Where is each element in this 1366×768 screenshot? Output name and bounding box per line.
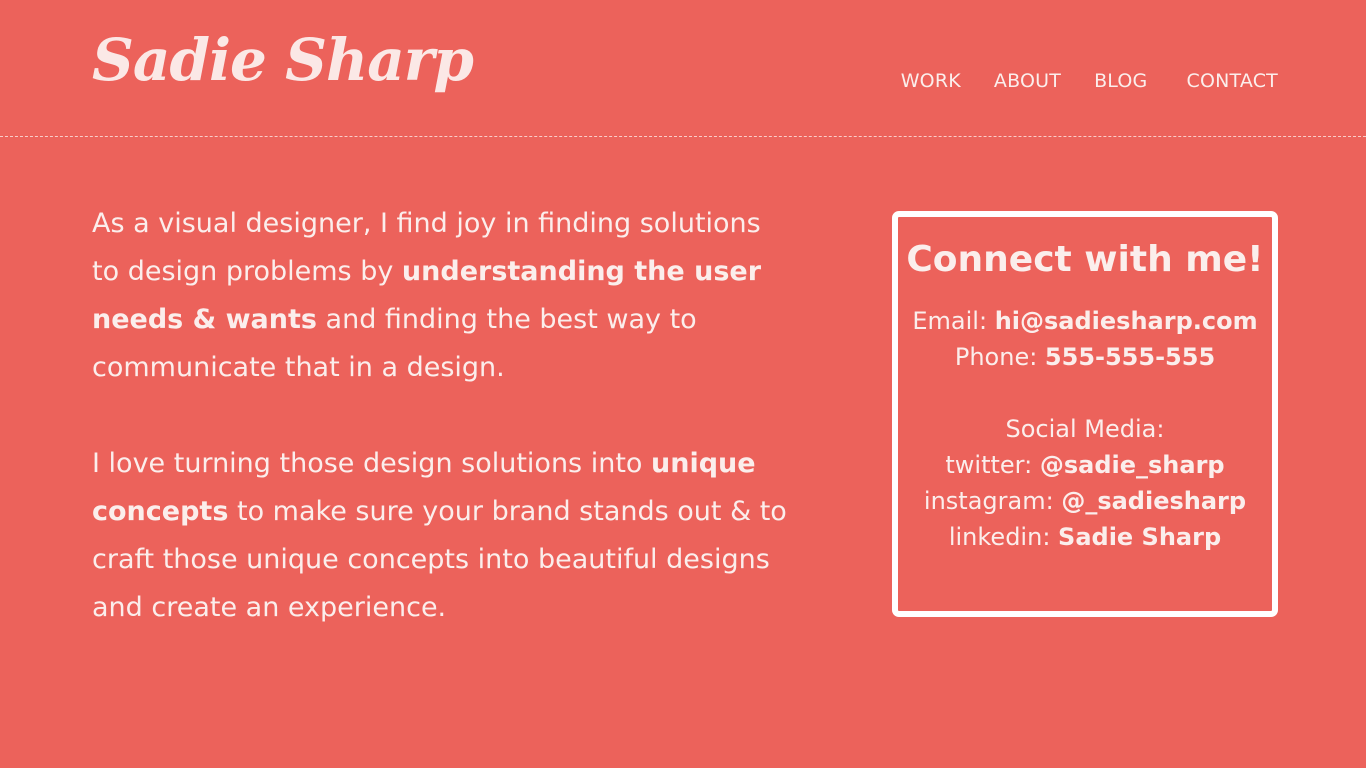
instagram-label: instagram: xyxy=(923,487,1062,515)
phone-link[interactable]: 555-555-555 xyxy=(1045,343,1215,371)
instagram-row: instagram: @_sadiesharp xyxy=(898,483,1272,519)
email-row: Email: hi@sadiesharp.com xyxy=(898,303,1272,339)
twitter-row: twitter: @sadie_sharp xyxy=(898,447,1272,483)
email-link[interactable]: hi@sadiesharp.com xyxy=(995,307,1258,335)
phone-row: Phone: 555-555-555 xyxy=(898,339,1272,375)
email-label: Email: xyxy=(912,307,995,335)
linkedin-row: linkedin: Sadie Sharp xyxy=(898,519,1272,555)
intro-paragraph-2: I love turning those design solutions in… xyxy=(92,440,792,632)
twitter-link[interactable]: @sadie_sharp xyxy=(1040,451,1225,479)
contact-card-title: Connect with me! xyxy=(906,239,1264,280)
twitter-label: twitter: xyxy=(945,451,1040,479)
contact-details: Email: hi@sadiesharp.com Phone: 555-555-… xyxy=(898,303,1272,375)
social-media-heading: Social Media: xyxy=(1005,415,1165,443)
linkedin-link[interactable]: Sadie Sharp xyxy=(1058,523,1221,551)
contact-card: Connect with me! Email: hi@sadiesharp.co… xyxy=(892,211,1278,617)
intro-section: As a visual designer, I find joy in find… xyxy=(92,200,792,680)
intro-p2-text-start: I love turning those design solutions in… xyxy=(92,448,652,479)
main-nav: WORK ABOUT BLOG CONTACT xyxy=(901,70,1278,92)
site-header: Sadie Sharp WORK ABOUT BLOG CONTACT xyxy=(0,0,1366,137)
nav-work-link[interactable]: WORK xyxy=(901,70,961,92)
intro-paragraph-1: As a visual designer, I find joy in find… xyxy=(92,200,792,392)
social-media-list: Social Media: twitter: @sadie_sharp inst… xyxy=(898,411,1272,555)
phone-label: Phone: xyxy=(954,343,1045,371)
nav-contact-link[interactable]: CONTACT xyxy=(1186,70,1278,92)
linkedin-label: linkedin: xyxy=(948,523,1059,551)
nav-blog-link[interactable]: BLOG xyxy=(1094,70,1147,92)
site-logo[interactable]: Sadie Sharp xyxy=(92,26,474,94)
nav-about-link[interactable]: ABOUT xyxy=(994,70,1061,92)
instagram-link[interactable]: @_sadiesharp xyxy=(1061,487,1246,515)
